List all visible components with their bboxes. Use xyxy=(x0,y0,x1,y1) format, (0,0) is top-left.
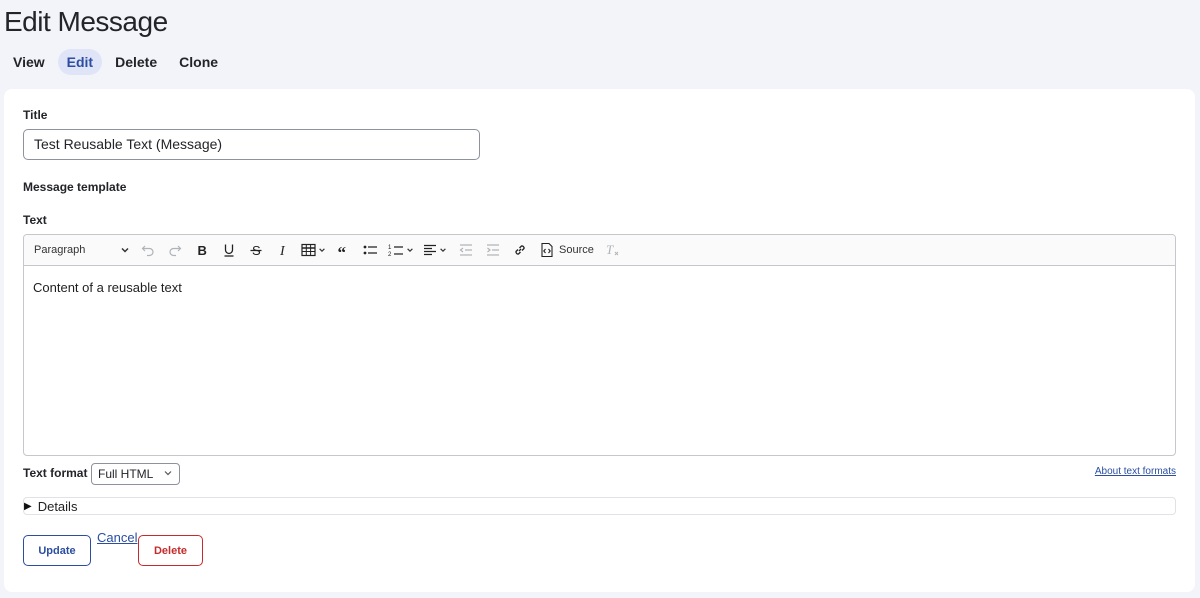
update-button[interactable]: Update xyxy=(23,535,91,566)
underline-icon[interactable] xyxy=(215,237,242,263)
rich-text-editor: Paragraph B S I xyxy=(23,234,1176,456)
edit-form-card: Title Test Reusable Text (Message) Messa… xyxy=(4,89,1195,592)
paragraph-style-dropdown[interactable]: Paragraph xyxy=(30,237,134,263)
indent-icon[interactable] xyxy=(479,237,506,263)
numbered-list-button[interactable]: 12 xyxy=(384,237,418,263)
title-input[interactable]: Test Reusable Text (Message) xyxy=(23,129,480,160)
details-label: Details xyxy=(37,498,78,514)
source-label: Source xyxy=(559,244,594,256)
table-icon xyxy=(300,243,316,257)
numbered-list-icon: 12 xyxy=(388,243,404,257)
text-label: Text xyxy=(23,213,47,227)
svg-text:I: I xyxy=(279,244,286,257)
chevron-down-icon xyxy=(406,246,414,254)
insert-table-button[interactable] xyxy=(296,237,330,263)
text-format-label: Text format xyxy=(23,466,88,480)
editor-toolbar: Paragraph B S I xyxy=(24,235,1175,266)
svg-text:2: 2 xyxy=(388,252,392,257)
svg-text:“: “ xyxy=(337,243,346,257)
text-format-select[interactable]: Full HTML xyxy=(91,463,180,485)
svg-text:B: B xyxy=(197,243,206,257)
redo-icon[interactable] xyxy=(161,237,188,263)
outdent-icon[interactable] xyxy=(452,237,479,263)
remove-format-icon[interactable]: T xyxy=(600,237,627,263)
source-icon xyxy=(539,242,555,258)
blockquote-icon[interactable]: “ xyxy=(330,237,357,263)
chevron-down-icon xyxy=(439,246,447,254)
editor-content-area[interactable]: Content of a reusable text xyxy=(24,266,1175,309)
paragraph-style-label: Paragraph xyxy=(34,244,86,256)
svg-text:1: 1 xyxy=(388,245,392,251)
bold-icon[interactable]: B xyxy=(188,237,215,263)
svg-text:T: T xyxy=(606,243,614,257)
chevron-down-icon xyxy=(163,467,173,481)
about-text-formats-link[interactable]: About text formats xyxy=(1095,466,1176,477)
chevron-down-icon xyxy=(318,246,326,254)
bulleted-list-icon[interactable] xyxy=(357,237,384,263)
chevron-down-icon xyxy=(120,245,130,255)
link-icon[interactable] xyxy=(506,237,533,263)
tab-view[interactable]: View xyxy=(4,49,54,75)
local-tasks-tabs: View Edit Delete Clone xyxy=(4,49,227,75)
cancel-link[interactable]: Cancel xyxy=(97,530,137,545)
title-label: Title xyxy=(23,108,48,122)
tab-clone[interactable]: Clone xyxy=(170,49,227,75)
triangle-right-icon: ▶ xyxy=(24,500,32,512)
editor-paragraph: Content of a reusable text xyxy=(33,280,182,295)
text-format-row: Text format Full HTML About text formats xyxy=(23,461,1176,485)
message-template-label: Message template xyxy=(23,180,127,194)
details-disclosure[interactable]: ▶ Details xyxy=(23,497,1176,515)
tab-delete[interactable]: Delete xyxy=(106,49,166,75)
undo-icon[interactable] xyxy=(134,237,161,263)
text-format-value: Full HTML xyxy=(98,467,154,481)
strikethrough-icon[interactable]: S xyxy=(242,237,269,263)
tab-edit[interactable]: Edit xyxy=(57,49,103,75)
align-icon xyxy=(423,243,437,257)
italic-icon[interactable]: I xyxy=(269,237,296,263)
delete-button[interactable]: Delete xyxy=(138,535,203,566)
page-title: Edit Message xyxy=(4,6,168,37)
text-alignment-button[interactable] xyxy=(418,237,452,263)
source-button[interactable]: Source xyxy=(533,237,600,263)
